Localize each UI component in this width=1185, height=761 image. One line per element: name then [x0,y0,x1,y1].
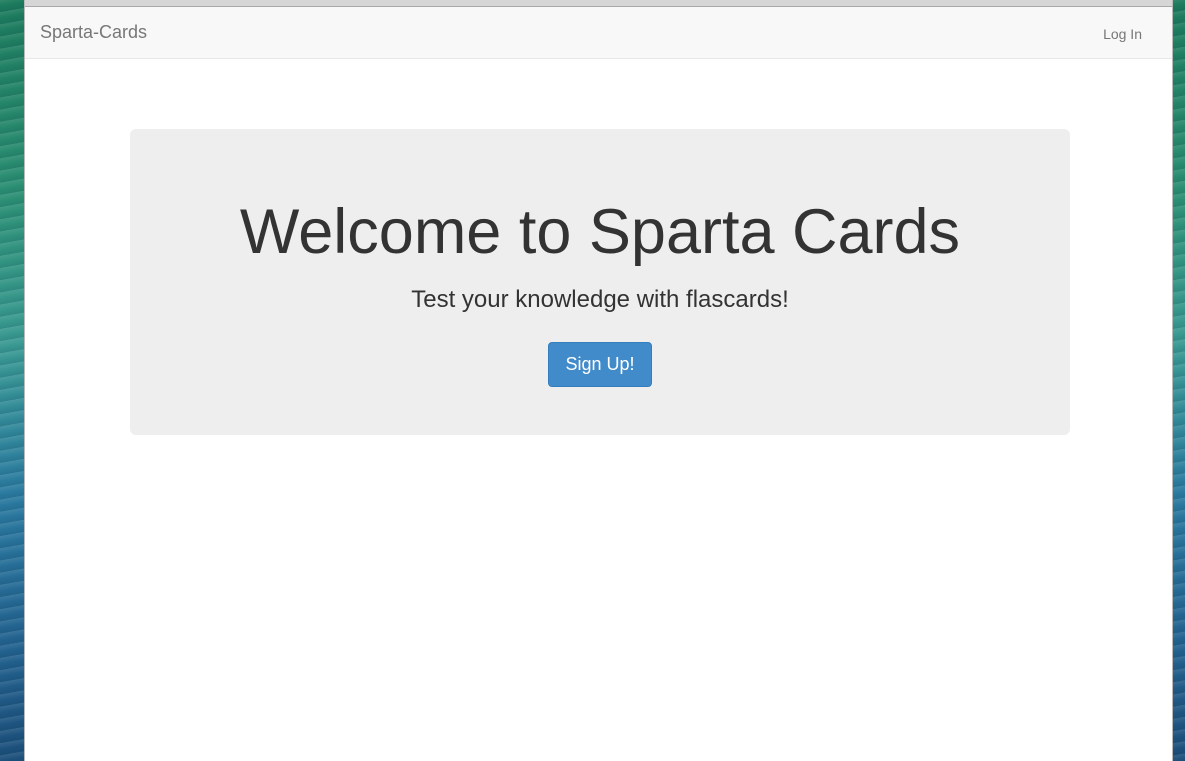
browser-window: Sparta-Cards Log In Welcome to Sparta Ca… [24,0,1173,761]
desktop-wallpaper-right [1173,0,1185,761]
browser-chrome-edge [25,0,1172,7]
top-navbar: Sparta-Cards Log In [25,7,1172,59]
brand-link[interactable]: Sparta-Cards [40,22,147,42]
desktop-wallpaper-left [0,0,24,761]
page-title: Welcome to Sparta Cards [239,197,961,267]
page-subtitle: Test your knowledge with flascards! [411,286,789,313]
sign-up-button[interactable]: Sign Up! [548,342,652,387]
login-link[interactable]: Log In [1103,24,1142,44]
welcome-jumbotron: Welcome to Sparta Cards Test your knowle… [130,129,1070,435]
